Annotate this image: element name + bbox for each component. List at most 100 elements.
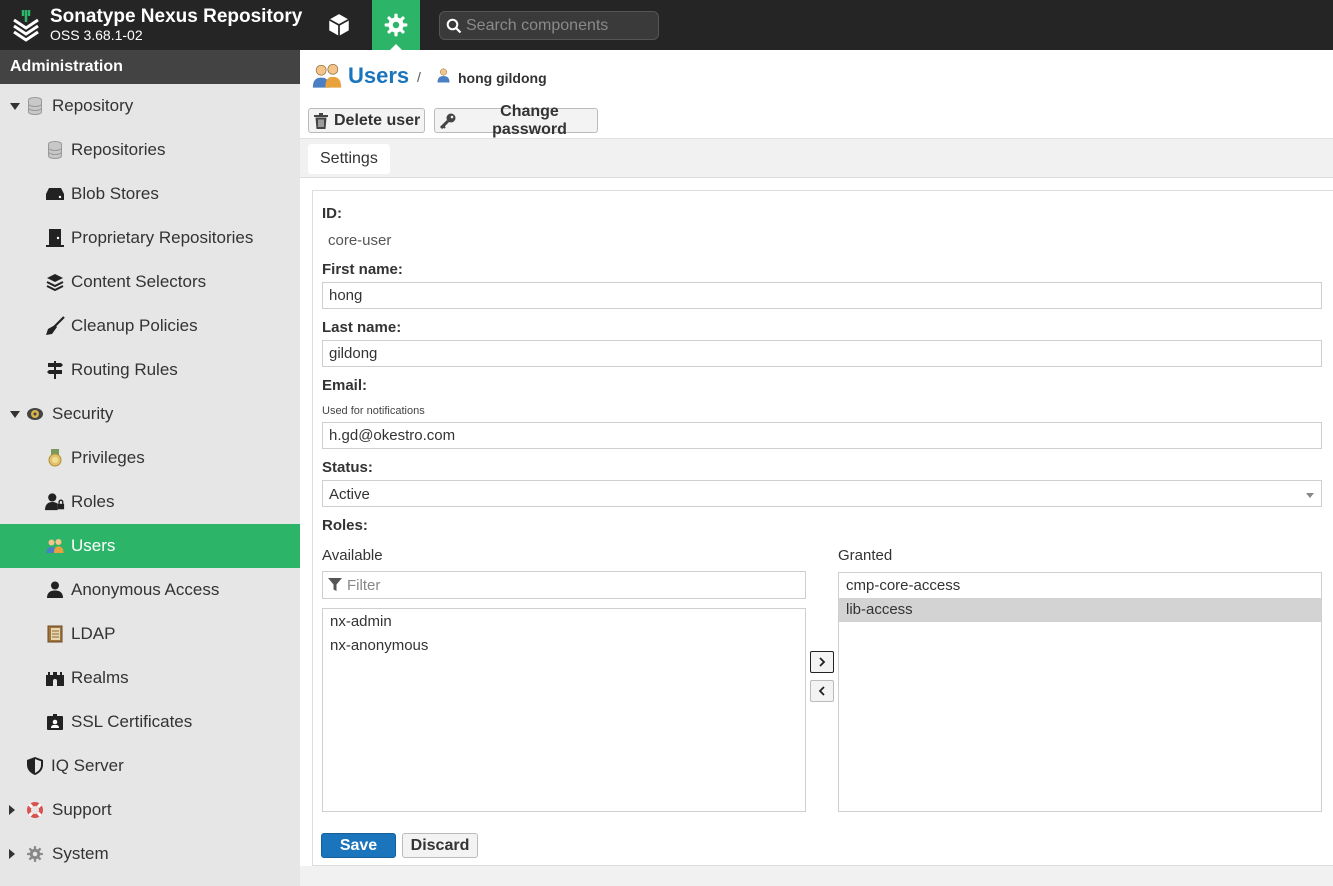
user-icon — [45, 580, 65, 600]
last-name-field[interactable] — [322, 340, 1322, 367]
collapsed-arrow-icon — [9, 849, 15, 859]
id-badge-icon — [45, 712, 65, 732]
email-help-text: Used for notifications — [322, 405, 425, 417]
top-header: Sonatype Nexus Repository OSS 3.68.1-02 — [0, 0, 1333, 50]
castle-icon — [45, 668, 65, 688]
nexus-logo-icon — [10, 8, 42, 42]
list-item[interactable]: nx-admin — [323, 610, 805, 634]
list-item[interactable]: nx-anonymous — [323, 634, 805, 658]
list-item-selected[interactable]: lib-access — [839, 598, 1321, 622]
sidebar-item-label: Proprietary Repositories — [71, 228, 254, 247]
email-label: Email: — [322, 377, 368, 394]
sidebar-item-privileges[interactable]: Privileges — [0, 436, 300, 480]
sidebar-item-label: Users — [71, 536, 116, 555]
sidebar-item-label: Blob Stores — [71, 184, 159, 203]
first-name-label: First name: — [322, 261, 403, 278]
browse-button[interactable] — [315, 0, 363, 50]
filter-icon — [328, 578, 342, 591]
first-name-field[interactable] — [322, 282, 1322, 309]
roles-filter[interactable] — [322, 571, 806, 599]
move-left-button[interactable] — [810, 680, 834, 702]
sidebar-item-ssl-certificates[interactable]: SSL Certificates — [0, 700, 300, 744]
available-roles-label: Available — [322, 547, 383, 564]
expanded-arrow-icon — [10, 411, 20, 418]
users-icon — [312, 62, 342, 95]
medal-icon — [45, 448, 65, 468]
list-item[interactable]: cmp-core-access — [839, 574, 1321, 598]
database-icon — [25, 96, 45, 116]
id-label: ID: — [322, 205, 342, 222]
administration-button[interactable] — [372, 0, 420, 50]
sidebar-item-label: Content Selectors — [71, 272, 207, 291]
sidebar-item-repositories[interactable]: Repositories — [0, 128, 300, 172]
gear-icon — [25, 844, 45, 864]
breadcrumb-users-link[interactable]: Users — [348, 63, 409, 89]
sidebar-item-label: Cleanup Policies — [71, 316, 198, 335]
roles-filter-input[interactable] — [347, 575, 787, 595]
trash-icon — [314, 112, 328, 129]
search-input[interactable] — [466, 15, 651, 36]
book-icon — [45, 624, 65, 644]
tab-settings[interactable]: Settings — [308, 144, 390, 174]
breadcrumb-current: hong gildong — [458, 70, 547, 86]
app-version: OSS 3.68.1-02 — [50, 27, 143, 43]
sidebar-item-label: Realms — [71, 668, 129, 687]
sidebar-item-label: Security — [52, 404, 114, 423]
sidebar-item-roles[interactable]: Roles — [0, 480, 300, 524]
sidebar-item-label: LDAP — [71, 624, 116, 643]
sidebar-item-cleanup-policies[interactable]: Cleanup Policies — [0, 304, 300, 348]
sidebar-item-system[interactable]: System — [0, 832, 300, 876]
sidebar-item-label: Privileges — [71, 448, 145, 467]
discard-button[interactable]: Discard — [402, 833, 478, 858]
save-button[interactable]: Save — [321, 833, 396, 858]
sidebar-item-security[interactable]: Security — [0, 392, 300, 436]
sidebar-item-proprietary-repositories[interactable]: Proprietary Repositories — [0, 216, 300, 260]
sidebar: Administration Repository Repositories B… — [0, 50, 300, 886]
move-right-button[interactable] — [810, 651, 834, 673]
chevron-down-icon — [1306, 493, 1314, 498]
sidebar-item-repository[interactable]: Repository — [0, 84, 300, 128]
status-select[interactable]: Active — [322, 480, 1322, 507]
change-password-label: Change password — [492, 102, 567, 138]
sidebar-item-support[interactable]: Support — [0, 788, 300, 832]
broom-icon — [45, 316, 65, 336]
sidebar-item-users[interactable]: Users — [0, 524, 300, 568]
key-icon — [440, 113, 456, 129]
sidebar-item-label: IQ Server — [51, 756, 124, 775]
email-field[interactable] — [322, 422, 1322, 449]
sidebar-item-ldap[interactable]: LDAP — [0, 612, 300, 656]
app-title: Sonatype Nexus Repository — [50, 6, 303, 27]
collapsed-arrow-icon — [9, 805, 15, 815]
search-icon — [446, 18, 462, 34]
user-lock-icon — [45, 492, 65, 512]
sidebar-item-label: Repository — [52, 96, 134, 115]
gear-icon — [384, 13, 408, 37]
sidebar-item-label: Roles — [71, 492, 115, 511]
user-settings-form: ID: core-user First name: Last name: Ema… — [312, 190, 1333, 866]
sidebar-item-realms[interactable]: Realms — [0, 656, 300, 700]
sidebar-item-label: Support — [52, 800, 112, 819]
change-password-button[interactable]: Change password — [434, 103, 598, 138]
delete-user-button[interactable]: Delete user — [308, 108, 425, 133]
sidebar-item-iq-server[interactable]: IQ Server — [0, 744, 300, 788]
breadcrumb-separator: / — [417, 69, 421, 85]
lifebuoy-icon — [25, 800, 45, 820]
sidebar-item-content-selectors[interactable]: Content Selectors — [0, 260, 300, 304]
granted-roles-list[interactable]: cmp-core-access lib-access — [838, 572, 1322, 812]
cube-icon — [328, 14, 350, 36]
search-box[interactable] — [439, 11, 659, 40]
available-roles-list[interactable]: nx-admin nx-anonymous — [322, 608, 806, 812]
sidebar-item-routing-rules[interactable]: Routing Rules — [0, 348, 300, 392]
main-content: Users / hong gildong Delete user Change … — [300, 50, 1333, 886]
door-icon — [45, 228, 65, 248]
shield-icon — [25, 756, 45, 776]
main-footer — [300, 866, 1333, 886]
sidebar-item-blob-stores[interactable]: Blob Stores — [0, 172, 300, 216]
sidebar-item-anonymous-access[interactable]: Anonymous Access — [0, 568, 300, 612]
sidebar-item-label: System — [52, 844, 109, 863]
tab-strip: Settings — [300, 138, 1333, 178]
hdd-icon — [45, 184, 65, 204]
security-badge-icon — [25, 404, 45, 424]
users-icon — [45, 536, 65, 556]
sidebar-item-label: Anonymous Access — [71, 580, 220, 599]
